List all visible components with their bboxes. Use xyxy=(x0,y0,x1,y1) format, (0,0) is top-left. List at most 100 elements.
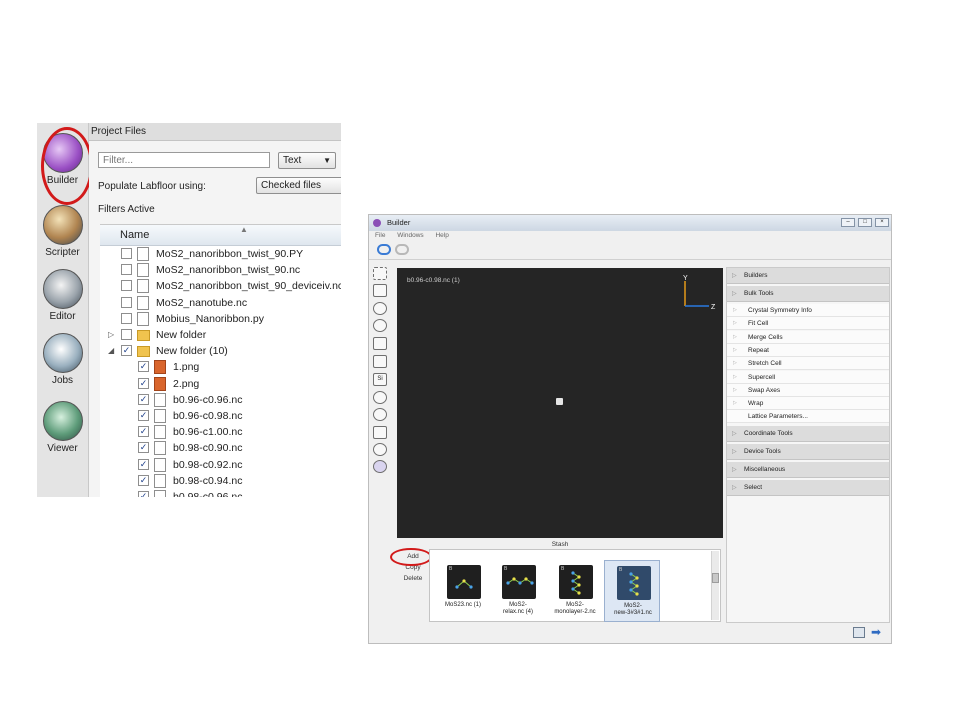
row-checkbox[interactable] xyxy=(121,264,132,276)
stash-scrollbar[interactable] xyxy=(711,551,719,620)
row-checkbox[interactable]: ✓ xyxy=(138,361,149,373)
filter-type-select[interactable]: Text ▼ xyxy=(278,152,336,169)
stash-item[interactable]: B MoS2- monolayer-2.nc xyxy=(547,560,603,622)
send-arrow-icon[interactable]: ➡ xyxy=(871,625,881,639)
row-checkbox[interactable] xyxy=(121,329,132,340)
populate-label: Populate Labfloor using: xyxy=(98,181,206,192)
tree-row[interactable]: ▷ New folder xyxy=(100,327,341,343)
cell-tool-icon[interactable] xyxy=(373,337,387,350)
row-checkbox[interactable] xyxy=(121,296,132,308)
tree-row[interactable]: ✓ 1.png xyxy=(100,359,341,375)
stash-item[interactable]: B MoS23.nc (1) xyxy=(435,560,491,622)
row-checkbox[interactable] xyxy=(121,312,132,324)
panel-tool-item[interactable]: ▷ Crystal Symmetry Info xyxy=(727,304,889,317)
menu-windows[interactable]: Windows xyxy=(397,232,423,239)
tree-row[interactable]: ✓ b0.98-c0.90.nc xyxy=(100,440,341,456)
row-checkbox[interactable]: ✓ xyxy=(138,377,149,389)
scrollbar-thumb[interactable] xyxy=(712,573,719,583)
title-bar: Builder – □ × xyxy=(369,215,891,231)
atom-glyph[interactable] xyxy=(556,398,563,405)
stash-list[interactable]: B MoS23.nc (1) B MoS2- relax.nc (4) B MoS2- m… xyxy=(429,549,721,622)
row-checkbox[interactable]: ✓ xyxy=(138,426,149,438)
move-tool-icon[interactable] xyxy=(373,302,387,315)
panel-tool-item[interactable]: ▷ Wrap xyxy=(727,397,889,411)
stash-item-caption: MoS2- monolayer-2.nc xyxy=(554,602,596,615)
filter-input[interactable] xyxy=(98,152,270,168)
element-tool-icon[interactable]: Si xyxy=(373,373,387,386)
row-checkbox[interactable]: ✓ xyxy=(138,491,149,497)
panel-tool-item[interactable]: Lattice Parameters... xyxy=(727,410,889,424)
maximize-button[interactable]: □ xyxy=(858,218,872,227)
panel-tool-item[interactable]: ▷ Swap Axes xyxy=(727,383,889,397)
menu-file[interactable]: File xyxy=(375,232,385,239)
panel-tool-item[interactable]: ▷ Supercell xyxy=(727,370,889,384)
row-label: b0.98-c0.94.nc xyxy=(173,474,243,487)
row-checkbox[interactable]: ✓ xyxy=(138,442,149,454)
tree-row[interactable]: ✓ b0.98-c0.94.nc xyxy=(100,473,341,489)
tree-row[interactable]: MoS2_nanoribbon_twist_90.nc xyxy=(100,262,341,278)
panel-tool-item[interactable]: ▷ Stretch Cell xyxy=(727,357,889,371)
file-tree[interactable]: ▲ Name MoS2_nanoribbon_twist_90.PY MoS2_n… xyxy=(100,224,341,497)
stash-item[interactable]: B MoS2- new-3#3#1.nc xyxy=(604,560,660,622)
rotate-tool-icon[interactable] xyxy=(373,391,387,404)
row-checkbox[interactable]: ✓ xyxy=(121,345,132,357)
collapse-arrow-icon[interactable]: ◢ xyxy=(108,343,114,359)
close-button[interactable]: × xyxy=(875,218,889,227)
panel-tool-item[interactable]: ▷ Repeat xyxy=(727,343,889,357)
row-checkbox[interactable]: ✓ xyxy=(138,474,149,486)
tree-row[interactable]: MoS2_nanoribbon_twist_90_deviceiv.nc xyxy=(100,278,341,294)
tree-row[interactable]: ✓ 2.png xyxy=(100,376,341,392)
expand-arrow-icon[interactable]: ▷ xyxy=(108,327,114,343)
row-checkbox[interactable] xyxy=(121,280,132,292)
panel-category[interactable]: ▷ Builders xyxy=(727,268,889,284)
tree-row[interactable]: ✓ b0.96-c0.96.nc xyxy=(100,392,341,408)
add-highlight-annotation xyxy=(390,548,432,566)
row-label: b0.96-c0.96.nc xyxy=(173,393,243,406)
lasso-select-icon[interactable] xyxy=(373,284,387,297)
minimize-button[interactable]: – xyxy=(841,218,855,227)
measure-tool-icon[interactable] xyxy=(373,355,387,368)
sidebar-item-viewer[interactable]: Viewer xyxy=(37,401,88,454)
panel-category[interactable]: ▷ Select xyxy=(727,479,889,496)
undo-icon[interactable] xyxy=(377,244,391,255)
redo-icon[interactable] xyxy=(395,244,409,255)
row-checkbox[interactable]: ✓ xyxy=(138,458,149,470)
menu-help[interactable]: Help xyxy=(435,232,448,239)
panel-category[interactable]: ▷ Bulk Tools xyxy=(727,286,889,302)
row-checkbox[interactable]: ✓ xyxy=(138,410,149,421)
tree-row[interactable]: ✓ b0.96-c1.00.nc xyxy=(100,424,341,440)
column-header-name[interactable]: ▲ Name xyxy=(100,225,341,246)
tree-row[interactable]: ✓ b0.98-c0.92.nc xyxy=(100,457,341,473)
panel-category[interactable]: ▷ Device Tools xyxy=(727,443,889,460)
tree-row[interactable]: ✓ b0.96-c0.98.nc xyxy=(100,408,341,424)
panel-tool-item[interactable]: ▷ Fit Cell xyxy=(727,317,889,331)
help-tool-icon[interactable] xyxy=(373,460,387,473)
settings-tool-icon[interactable] xyxy=(373,443,387,456)
stash-delete-button[interactable]: Delete xyxy=(397,575,429,582)
atom-dot xyxy=(455,585,459,589)
thumbnail-badge: B xyxy=(561,566,565,572)
sidebar-item-editor[interactable]: Editor xyxy=(37,269,88,322)
3d-viewport[interactable]: b0.96-c0.98.nc (1) Y Z xyxy=(397,268,723,538)
panel-category[interactable]: ▷ Coordinate Tools xyxy=(727,425,889,442)
tree-row[interactable]: ◢ ✓ New folder (10) xyxy=(100,343,341,359)
panel-category[interactable]: ▷ Miscellaneous xyxy=(727,461,889,478)
panel-item-label: Lattice Parameters... xyxy=(748,413,808,421)
select-tool-icon[interactable] xyxy=(373,267,387,280)
sidebar-item-scripter[interactable]: Scripter xyxy=(37,205,88,258)
tree-row[interactable]: Mobius_Nanoribbon.py xyxy=(100,311,341,327)
row-checkbox[interactable]: ✓ xyxy=(138,393,149,405)
bond-tool-icon[interactable] xyxy=(373,319,387,332)
sidebar-item-jobs[interactable]: Jobs xyxy=(37,333,88,386)
panel-tool-item[interactable]: ▷ Merge Cells xyxy=(727,330,889,344)
lock-tool-icon[interactable] xyxy=(373,426,387,439)
tree-row[interactable]: MoS2_nanoribbon_twist_90.PY xyxy=(100,246,341,262)
molecule-tool-icon[interactable] xyxy=(373,408,387,421)
populate-select[interactable]: Checked files xyxy=(256,177,341,194)
expand-arrow-icon: ▷ xyxy=(733,373,737,380)
tree-row[interactable]: ✓ b0.98-c0.96.nc xyxy=(100,489,341,497)
row-checkbox[interactable] xyxy=(121,248,132,259)
tree-row[interactable]: MoS2_nanotube.nc xyxy=(100,295,341,311)
stash-item[interactable]: B MoS2- relax.nc (4) xyxy=(490,560,546,622)
save-icon[interactable] xyxy=(853,627,865,638)
